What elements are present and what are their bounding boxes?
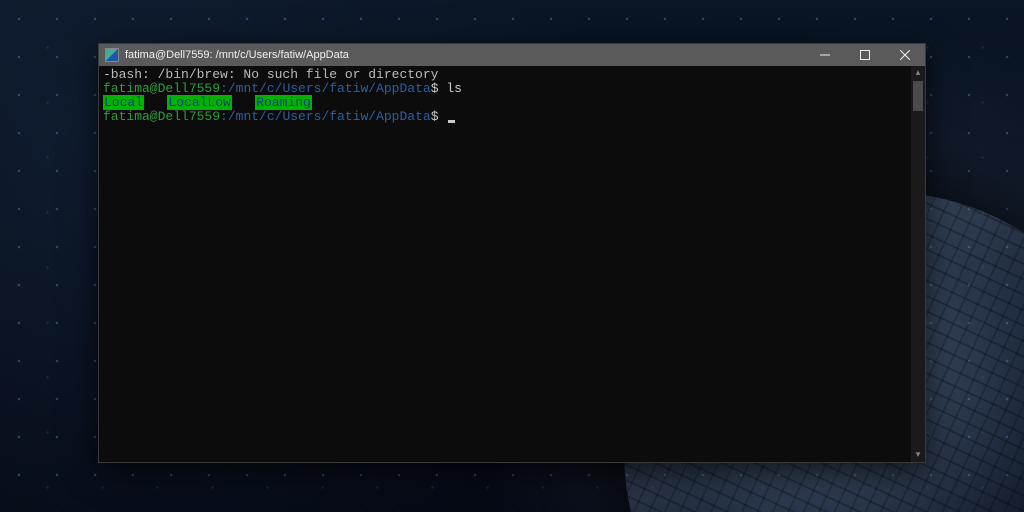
prompt-symbol: $ <box>431 81 439 96</box>
scrollbar[interactable]: ▴ ▾ <box>911 66 925 462</box>
prompt-line-2: fatima@Dell7559:/mnt/c/Users/fatiw/AppDa… <box>103 110 921 124</box>
path-sep: : <box>220 81 228 96</box>
error-line: -bash: /bin/brew: No such file or direct… <box>103 68 921 82</box>
user-host: fatima@Dell7559 <box>103 81 220 96</box>
titlebar[interactable]: fatima@Dell7559: /mnt/c/Users/fatiw/AppD… <box>99 44 925 66</box>
dir-entry: Local <box>103 95 144 110</box>
minimize-icon <box>820 50 830 60</box>
app-icon <box>105 48 119 62</box>
prompt-symbol: $ <box>431 109 439 124</box>
terminal-window: fatima@Dell7559: /mnt/c/Users/fatiw/AppD… <box>98 43 926 463</box>
terminal-body[interactable]: -bash: /bin/brew: No such file or direct… <box>99 66 925 462</box>
scroll-down-arrow[interactable]: ▾ <box>911 448 925 462</box>
cwd-path: /mnt/c/Users/fatiw/AppData <box>228 109 431 124</box>
dir-entry: LocalLow <box>167 95 231 110</box>
close-button[interactable] <box>885 44 925 66</box>
command-text: ls <box>446 81 462 96</box>
minimize-button[interactable] <box>805 44 845 66</box>
prompt-line-1: fatima@Dell7559:/mnt/c/Users/fatiw/AppDa… <box>103 82 921 96</box>
maximize-button[interactable] <box>845 44 885 66</box>
scrollbar-thumb[interactable] <box>913 81 923 111</box>
maximize-icon <box>860 50 870 60</box>
cursor <box>448 120 455 123</box>
scroll-up-arrow[interactable]: ▴ <box>911 66 925 80</box>
window-controls <box>805 44 925 66</box>
close-icon <box>900 50 910 60</box>
cwd-path: /mnt/c/Users/fatiw/AppData <box>228 81 431 96</box>
dir-entry: Roaming <box>255 95 312 110</box>
window-title: fatima@Dell7559: /mnt/c/Users/fatiw/AppD… <box>125 44 805 66</box>
ls-output-line: Local LocalLow Roaming <box>103 96 921 110</box>
user-host: fatima@Dell7559 <box>103 109 220 124</box>
path-sep: : <box>220 109 228 124</box>
